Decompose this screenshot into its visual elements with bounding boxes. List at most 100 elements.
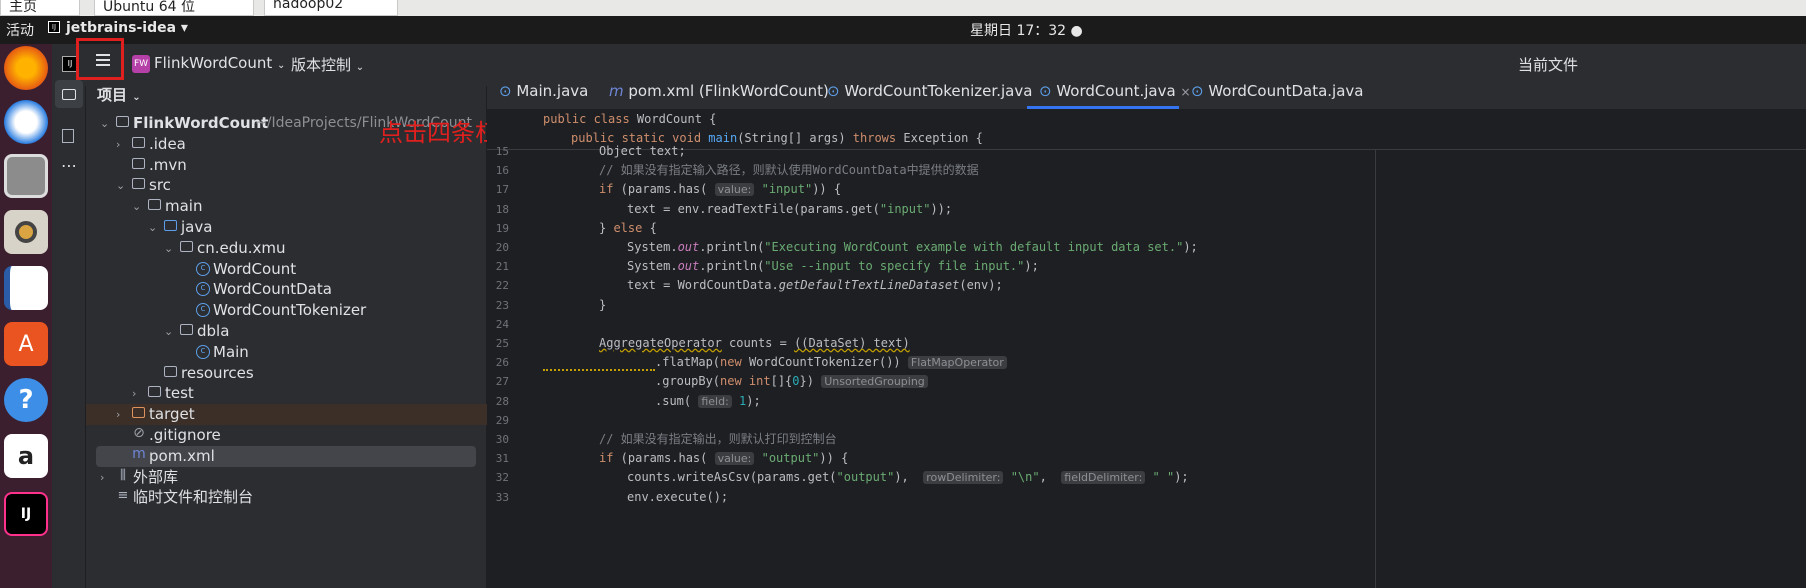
code-line[interactable]: // 如果没有指定输入路径，则默认使用WordCountData中提供的数据 (599, 161, 979, 180)
chevron-right-icon[interactable]: › (116, 404, 120, 425)
tab-wordcounttokenizer[interactable]: ⊙ WordCountTokenizer.java (827, 82, 1032, 100)
tab-pom-xml[interactable]: m pom.xml (FlinkWordCount) (609, 82, 829, 100)
tab-hadoop02[interactable]: hadoop02 (264, 0, 398, 16)
line-number: 28 (495, 394, 509, 408)
writer-icon[interactable] (4, 266, 48, 310)
tree-item-[interactable]: › ⫼ 外部库 (86, 467, 487, 488)
chevron-right-icon[interactable]: › (132, 383, 136, 404)
class-icon: c (196, 303, 210, 318)
browser-tab-strip: 主页 Ubuntu 64 位 hadoop02 (0, 0, 1806, 16)
tree-item-main[interactable]: ⌄ main (86, 196, 487, 217)
line-number: 26 (495, 356, 509, 370)
chevron-down-icon[interactable]: ⌄ (116, 175, 125, 196)
intellij-dock-icon[interactable]: IJ (4, 492, 48, 536)
package-icon (180, 324, 193, 335)
tree-item-label: WordCountData (213, 280, 332, 299)
class-icon: c (196, 344, 210, 359)
amazon-icon[interactable]: a (4, 434, 48, 478)
help-icon[interactable]: ? (4, 378, 48, 422)
code-line[interactable]: if (params.has( value: "input")) { (599, 180, 841, 199)
firefox-icon[interactable] (4, 46, 48, 90)
project-toolwindow-button[interactable] (55, 80, 83, 108)
tree-item-target[interactable]: › target (86, 404, 487, 426)
line-number: 16 (495, 164, 509, 178)
tree-item-src[interactable]: ⌄ src (86, 175, 487, 196)
code-line[interactable]: AggregateOperator counts = ((DataSet) te… (599, 334, 910, 353)
vcs-menu[interactable]: 版本控制 ⌄ (291, 54, 364, 75)
chevron-down-icon[interactable]: ⌄ (100, 113, 109, 134)
tree-item-[interactable]: ≡ 临时文件和控制台 (86, 487, 487, 508)
code-line[interactable]: System.out.println("Executing WordCount … (627, 238, 1198, 257)
code-line[interactable]: counts.writeAsCsv(params.get("output"), … (627, 468, 1189, 487)
tab-main-java[interactable]: ⊙ Main.java (499, 82, 588, 100)
line-number: 33 (495, 490, 509, 504)
tree-item-pom-xml[interactable]: m pom.xml (96, 445, 476, 467)
structure-icon[interactable] (62, 129, 74, 143)
tree-item-label: test (165, 384, 194, 403)
line-number: 31 (495, 452, 509, 466)
code-line[interactable]: .flatMap(new WordCountTokenizer()) FlatM… (655, 353, 1007, 372)
more-icon[interactable]: ⋯ (61, 156, 77, 175)
chevron-right-icon[interactable]: › (116, 134, 120, 155)
activities-button[interactable]: 活动 (6, 20, 34, 40)
line-number: 19 (495, 221, 509, 235)
folder-icon (132, 407, 145, 419)
code-line[interactable]: if (params.has( value: "output")) { (599, 449, 848, 468)
tree-item-test[interactable]: › test (86, 383, 487, 404)
folder-icon (148, 199, 161, 211)
code-line[interactable]: .sum( field: 1); (655, 392, 761, 411)
tab-ubuntu[interactable]: Ubuntu 64 位 (94, 0, 254, 16)
software-icon[interactable]: A (4, 322, 48, 366)
code-line[interactable]: text = WordCountData.getDefaultTextLineD… (627, 276, 1003, 295)
tab-wordcount-active[interactable]: ⊙ WordCount.java × (1039, 82, 1191, 100)
class-icon: c (196, 282, 210, 297)
rhythmbox-icon[interactable] (4, 210, 48, 254)
chevron-down-icon[interactable]: ⌄ (164, 321, 173, 342)
tree-item-label: .mvn (149, 155, 187, 174)
package-icon (180, 240, 193, 252)
chevron-down-icon[interactable]: ⌄ (148, 217, 157, 238)
chevron-down-icon[interactable]: ⌄ (132, 196, 141, 217)
tree-item-java[interactable]: ⌄ java (86, 217, 487, 238)
code-line[interactable]: } else { (599, 219, 657, 238)
tree-item-mvn[interactable]: .mvn (86, 155, 487, 176)
main-menu-button[interactable] (76, 38, 124, 80)
tree-item-label: src (149, 176, 171, 195)
tree-item-main[interactable]: c Main (86, 342, 487, 363)
tree-item-label: java (181, 218, 213, 236)
chevron-right-icon[interactable]: › (100, 467, 104, 488)
class-icon: c (196, 261, 210, 276)
tree-item-label: resources (181, 363, 254, 382)
hamburger-icon (96, 54, 110, 56)
tree-item-resources[interactable]: resources (86, 363, 487, 384)
code-line[interactable]: .groupBy(new int[]{0}) UnsortedGrouping (655, 372, 928, 391)
tree-item-wordcounttokenizer[interactable]: c WordCountTokenizer (86, 300, 487, 321)
code-line[interactable]: } (599, 296, 606, 315)
folder-icon (148, 386, 161, 398)
thunderbird-icon[interactable] (4, 100, 48, 144)
folder-icon (132, 136, 145, 148)
sticky-line-1: public class WordCount { (543, 112, 717, 126)
tree-item-cn-edu-xmu[interactable]: ⌄ cn.edu.xmu (86, 238, 487, 259)
code-line[interactable]: text = env.readTextFile(params.get("inpu… (627, 200, 952, 219)
line-number: 24 (495, 317, 509, 331)
tab-wordcountdata[interactable]: ⊙ WordCountData.java (1191, 82, 1363, 100)
panel-title: 项目 ⌄ (97, 86, 141, 104)
tree-item-gitignore[interactable]: ⊘ .gitignore (86, 425, 487, 446)
tree-item-dbla[interactable]: ⌄ dbla (86, 321, 487, 342)
tree-item-wordcountdata[interactable]: c WordCountData (86, 279, 487, 300)
line-number: 30 (495, 433, 509, 446)
code-line[interactable]: Object text; (599, 142, 686, 161)
folder-icon (132, 178, 145, 190)
project-switcher[interactable]: FlinkWordCount ⌄ (154, 54, 285, 72)
code-line[interactable]: // 如果没有指定输出，则默认打印到控制台 (599, 430, 837, 449)
tree-item-wordcount[interactable]: c WordCount (86, 259, 487, 280)
files-icon[interactable] (4, 154, 48, 198)
chevron-down-icon[interactable]: ⌄ (164, 238, 173, 259)
tab-home[interactable]: 主页 (0, 0, 80, 16)
tree-item-label: .idea (149, 134, 186, 153)
clock[interactable]: 星期日 17：32 ● (970, 20, 1083, 40)
code-line[interactable]: env.execute(); (627, 488, 728, 507)
code-line[interactable]: System.out.println("Use --input to speci… (627, 257, 1039, 276)
app-menu[interactable]: jetbrains-idea ▾ (66, 20, 188, 36)
